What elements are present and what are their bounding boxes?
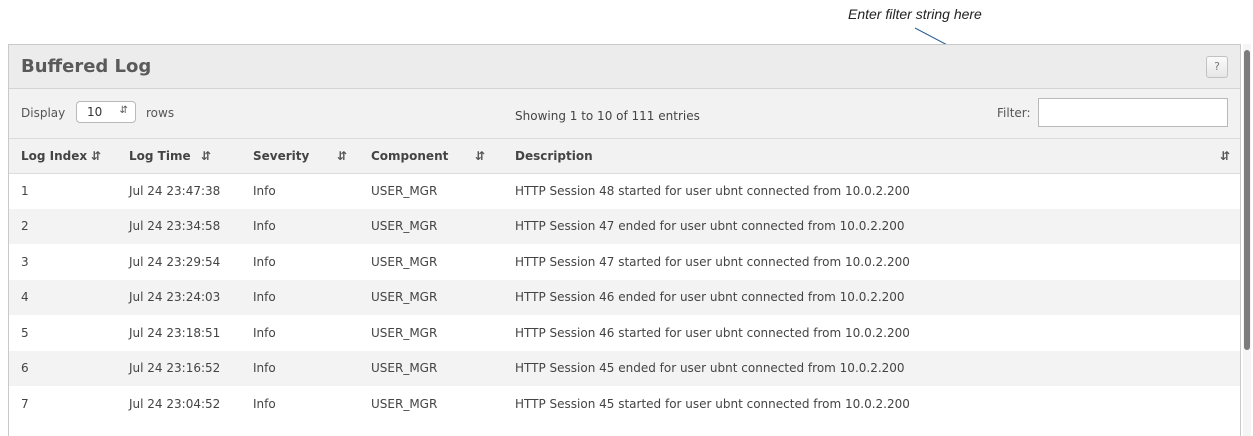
cell-log-index: 5: [21, 325, 29, 340]
column-header-label: Component: [371, 148, 449, 163]
cell-description: HTTP Session 46 ended for user ubnt conn…: [515, 290, 905, 305]
entries-info: Showing 1 to 10 of 111 entries: [515, 109, 700, 123]
cell-log-time: Jul 24 23:47:38: [129, 184, 221, 198]
cell-severity: Info: [253, 184, 276, 198]
column-header-label: Description: [515, 148, 593, 163]
buffered-log-panel: Buffered Log ? Display 10 ⇵ rows Showing…: [8, 44, 1241, 436]
column-header-description[interactable]: Description ⇵: [503, 139, 1240, 173]
table-toolbar: Display 10 ⇵ rows Showing 1 to 10 of 111…: [9, 89, 1240, 139]
scrollbar-thumb[interactable]: [1244, 50, 1250, 350]
table-row: 5 Jul 24 23:18:51 Info USER_MGR HTTP Ses…: [9, 315, 1240, 351]
panel-title: Buffered Log: [21, 56, 152, 77]
cell-component: USER_MGR: [371, 325, 438, 340]
cell-log-time: Jul 24 23:34:58: [129, 219, 221, 234]
vertical-scrollbar[interactable]: [1243, 44, 1251, 436]
cell-log-time: Jul 24 23:24:03: [129, 290, 221, 305]
cell-log-time: Jul 24 23:18:51: [129, 325, 221, 340]
sort-icon: ⇵: [475, 149, 486, 163]
sort-icon: ⇵: [201, 149, 212, 163]
filter-label: Filter:: [997, 106, 1031, 120]
sort-icon: ⇵: [337, 149, 348, 163]
cell-description: HTTP Session 45 ended for user ubnt conn…: [515, 361, 905, 376]
cell-severity: Info: [253, 361, 276, 376]
panel-header: Buffered Log ?: [9, 45, 1240, 89]
column-header-label: Log Index: [21, 148, 88, 163]
column-header-log-time[interactable]: Log Time ⇵: [117, 139, 241, 173]
help-button[interactable]: ?: [1206, 55, 1228, 78]
column-header-label: Severity: [253, 148, 310, 163]
cell-component: USER_MGR: [371, 184, 438, 198]
help-icon: ?: [1214, 60, 1220, 73]
cell-description: HTTP Session 47 started for user ubnt co…: [515, 254, 910, 269]
cell-log-index: 3: [21, 254, 29, 269]
column-header-severity[interactable]: Severity ⇵: [241, 139, 359, 173]
cell-severity: Info: [253, 219, 276, 234]
filter-input[interactable]: [1038, 98, 1228, 127]
rows-label: rows: [146, 106, 175, 120]
cell-severity: Info: [253, 325, 276, 340]
filter-annotation-label: Enter filter string here: [848, 6, 982, 22]
cell-log-index: 6: [21, 361, 29, 376]
cell-log-index: 7: [21, 396, 29, 411]
cell-description: HTTP Session 47 ended for user ubnt conn…: [515, 219, 905, 234]
cell-description: HTTP Session 45 started for user ubnt co…: [515, 396, 910, 411]
cell-severity: Info: [253, 396, 276, 411]
table-row: 4 Jul 24 23:24:03 Info USER_MGR HTTP Ses…: [9, 279, 1240, 315]
cell-log-index: 1: [21, 184, 29, 198]
table-row: 6 Jul 24 23:16:52 Info USER_MGR HTTP Ses…: [9, 350, 1240, 386]
cell-component: USER_MGR: [371, 396, 438, 411]
cell-component: USER_MGR: [371, 361, 438, 376]
cell-severity: Info: [253, 254, 276, 269]
table-row: 2 Jul 24 23:34:58 Info USER_MGR HTTP Ses…: [9, 208, 1240, 244]
display-label: Display: [21, 106, 66, 120]
cell-description: HTTP Session 46 started for user ubnt co…: [515, 325, 910, 340]
table-row: 1 Jul 24 23:47:38 Info USER_MGR HTTP Ses…: [9, 173, 1240, 209]
cell-component: USER_MGR: [371, 254, 438, 269]
rows-per-page-value: 10: [87, 105, 103, 119]
cell-severity: Info: [253, 290, 276, 305]
select-caret-icon: ⇵: [119, 105, 128, 116]
cell-log-time: Jul 24 23:29:54: [129, 254, 221, 269]
cell-component: USER_MGR: [371, 219, 438, 234]
log-table: Log Index ⇵ Log Time ⇵ Severity ⇵ Compon…: [9, 139, 1240, 422]
cell-log-index: 2: [21, 219, 29, 234]
column-header-label: Log Time: [129, 148, 191, 163]
table-header-row: Log Index ⇵ Log Time ⇵ Severity ⇵ Compon…: [9, 139, 1240, 173]
cell-log-index: 4: [21, 290, 29, 305]
sort-icon: ⇵: [1219, 149, 1230, 163]
sort-icon: ⇵: [91, 149, 102, 163]
cell-description: HTTP Session 48 started for user ubnt co…: [515, 184, 910, 198]
table-row: 7 Jul 24 23:04:52 Info USER_MGR HTTP Ses…: [9, 386, 1240, 422]
column-header-log-index[interactable]: Log Index ⇵: [9, 139, 117, 173]
table-row: 3 Jul 24 23:29:54 Info USER_MGR HTTP Ses…: [9, 244, 1240, 280]
cell-log-time: Jul 24 23:04:52: [129, 396, 221, 411]
cell-log-time: Jul 24 23:16:52: [129, 361, 221, 376]
column-header-component[interactable]: Component ⇵: [359, 139, 503, 173]
rows-per-page-select[interactable]: 10 ⇵: [76, 101, 136, 123]
cell-component: USER_MGR: [371, 290, 438, 305]
